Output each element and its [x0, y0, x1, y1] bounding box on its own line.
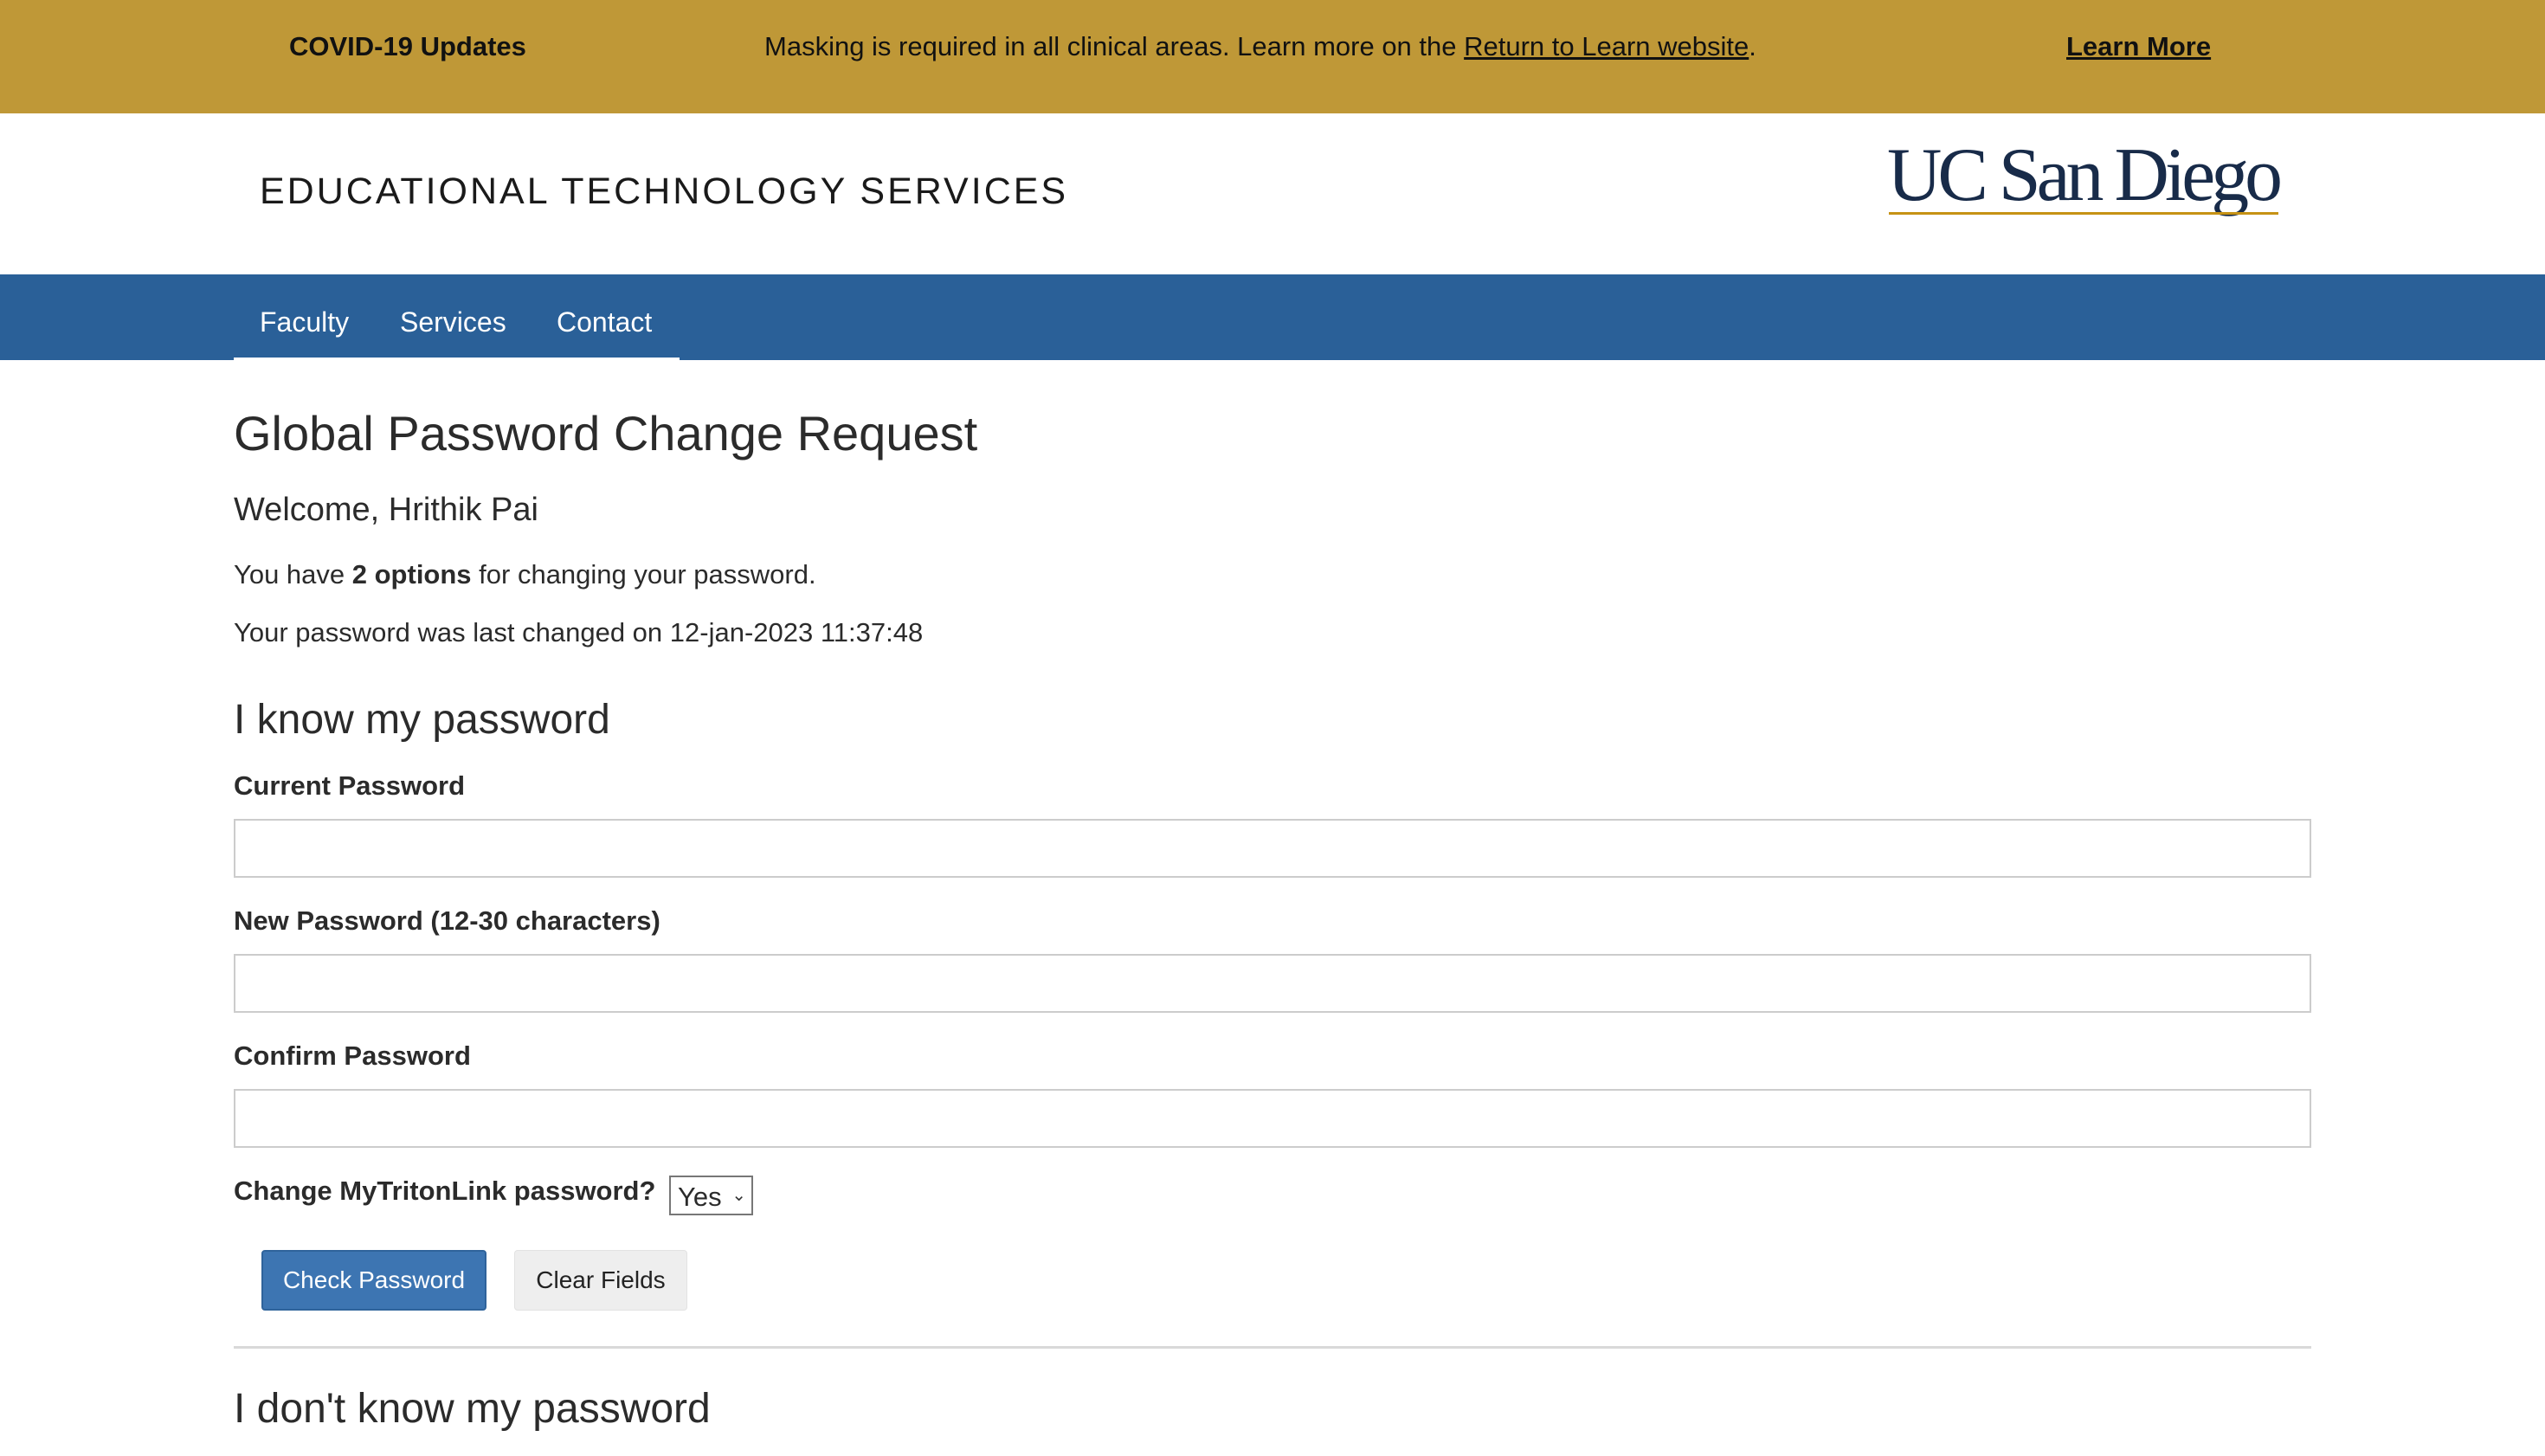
mytritonlink-selected-value: Yes	[678, 1182, 722, 1212]
nav-active-section: Faculty Services Contact	[234, 274, 680, 360]
options-prefix: You have	[234, 559, 352, 589]
dont-know-password-heading: I don't know my password	[234, 1386, 711, 1432]
welcome-text: Welcome, Hrithik Pai	[234, 492, 538, 528]
return-to-learn-link[interactable]: Return to Learn website	[1464, 31, 1749, 61]
current-password-label: Current Password	[234, 770, 466, 801]
mytritonlink-label: Change MyTritonLink password?	[234, 1176, 656, 1206]
section-divider	[234, 1346, 2311, 1349]
options-count: 2 options	[351, 559, 472, 589]
alert-message-suffix: .	[1749, 31, 1756, 61]
current-password-input[interactable]	[234, 819, 2311, 878]
mytritonlink-select[interactable]: Yes ⌄	[669, 1176, 753, 1215]
uc-san-diego-logo[interactable]: UC San Diego	[1887, 146, 2285, 233]
logo-underline	[1889, 212, 2278, 215]
page-title: Global Password Change Request	[234, 406, 978, 461]
confirm-password-input[interactable]	[234, 1089, 2311, 1148]
confirm-password-label: Confirm Password	[234, 1040, 471, 1071]
new-password-input[interactable]	[234, 954, 2311, 1013]
alert-message: Masking is required in all clinical area…	[764, 31, 1756, 62]
site-header: EDUCATIONAL TECHNOLOGY SERVICES UC San D…	[0, 113, 2545, 274]
last-changed-text: Your password was last changed on 12-jan…	[234, 617, 924, 647]
learn-more-link[interactable]: Learn More	[2066, 31, 2211, 62]
new-password-label: New Password (12-30 characters)	[234, 905, 660, 936]
alert-message-prefix: Masking is required in all clinical area…	[764, 31, 1465, 61]
nav-item-contact[interactable]: Contact	[557, 306, 652, 338]
logo-text: UC San Diego	[1887, 146, 2280, 217]
nav-item-services[interactable]: Services	[400, 306, 506, 338]
options-suffix: for changing your password.	[471, 559, 816, 589]
chevron-down-icon: ⌄	[731, 1186, 746, 1205]
clear-fields-button[interactable]: Clear Fields	[514, 1250, 687, 1311]
options-text: You have 2 options for changing your pas…	[234, 559, 816, 590]
covid-alert-banner: COVID-19 Updates Masking is required in …	[0, 0, 2545, 113]
know-password-heading: I know my password	[234, 697, 610, 743]
alert-title: COVID-19 Updates	[289, 31, 526, 61]
main-nav: Faculty Services Contact	[0, 274, 2545, 360]
check-password-button[interactable]: Check Password	[261, 1250, 486, 1311]
site-title[interactable]: EDUCATIONAL TECHNOLOGY SERVICES	[260, 171, 1068, 213]
nav-item-faculty[interactable]: Faculty	[260, 306, 349, 338]
